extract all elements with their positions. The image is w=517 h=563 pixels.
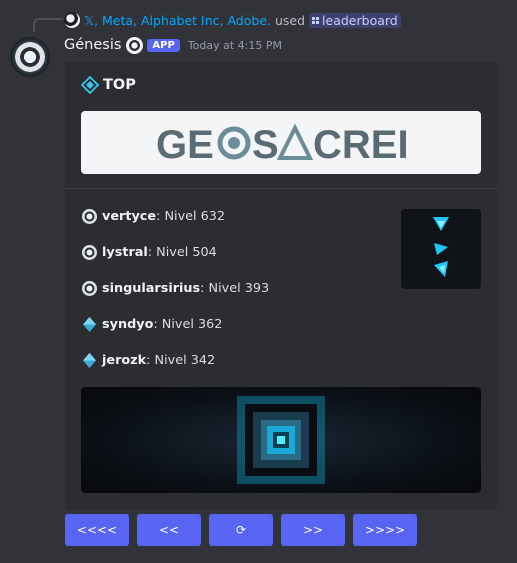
embed-image[interactable]: [81, 387, 481, 493]
username[interactable]: Génesis: [64, 37, 121, 53]
player-level: : Nivel 393: [200, 280, 270, 296]
svg-text:CRED: CRED: [313, 123, 406, 165]
svg-text:GE: GE: [156, 123, 214, 165]
leaderboard-row: vertyce : Nivel 632: [81, 207, 269, 225]
player-level: : Nivel 632: [156, 208, 226, 224]
last-page-button[interactable]: >>>>: [353, 514, 417, 546]
message-header: Génesis APP Today at 4:15 PM: [64, 35, 282, 55]
leaderboard-row: singularsirius : Nivel 393: [81, 279, 269, 297]
embed-divider: [65, 188, 497, 189]
leaderboard-list: vertyce : Nivel 632 lystral : Nivel 504 …: [81, 207, 269, 387]
refresh-button[interactable]: ⟳: [209, 514, 273, 546]
player-name: singularsirius: [102, 280, 201, 296]
reply-connector: [33, 18, 63, 32]
blue-diamond-icon: [81, 316, 98, 333]
geosacred-banner-image[interactable]: GE S CRED: [81, 111, 481, 174]
leaderboard-row: jerozk : Nivel 342: [81, 351, 269, 369]
leaderboard-row: syndyo : Nivel 362: [81, 315, 269, 333]
ring-medal-icon: [81, 208, 98, 225]
reply-users[interactable]: 𝕏, Meta, Alphabet Inc, Adobe.: [84, 13, 271, 28]
ring-medal-icon: [81, 280, 98, 297]
avatar[interactable]: [10, 37, 50, 77]
pagination-buttons: <<<< << ⟳ >> >>>>: [65, 514, 417, 546]
glowing-square-artwork: [237, 396, 325, 484]
first-page-button[interactable]: <<<<: [65, 514, 129, 546]
command-chip[interactable]: leaderboard: [309, 12, 401, 28]
ring-badge-icon: [126, 36, 144, 54]
previous-page-button[interactable]: <<: [137, 514, 201, 546]
player-level: : Nivel 362: [153, 316, 223, 332]
embed-thumbnail[interactable]: [401, 209, 481, 289]
player-name: jerozk: [102, 352, 147, 368]
next-page-button[interactable]: >>: [281, 514, 345, 546]
player-name: lystral: [102, 244, 148, 260]
diamond-icon: [81, 76, 99, 94]
reply-used-text: used: [274, 12, 306, 28]
blue-diamond-icon: [81, 352, 98, 369]
ring-medal-icon: [81, 244, 98, 261]
command-name: leaderboard: [322, 12, 398, 28]
embed-title-text: TOP: [103, 77, 136, 93]
triangle-glyphs-icon: [433, 217, 449, 277]
app-badge: APP: [147, 38, 180, 52]
leaderboard-row: lystral : Nivel 504: [81, 243, 269, 261]
ring-logo-icon: [15, 42, 45, 72]
player-name: vertyce: [102, 208, 157, 224]
geosacred-logo: GE S CRED: [156, 123, 406, 165]
leaderboard-embed: TOP GE S CRED vertyce : Nivel 632 lystra…: [65, 62, 497, 510]
slash-command-icon: [312, 16, 320, 24]
replied-user-avatar[interactable]: [64, 12, 80, 28]
embed-title: TOP: [81, 76, 136, 94]
command-reply: 𝕏, Meta, Alphabet Inc, Adobe. used leade…: [64, 11, 401, 29]
timestamp[interactable]: Today at 4:15 PM: [188, 39, 282, 52]
player-level: : Nivel 504: [147, 244, 217, 260]
player-level: : Nivel 342: [146, 352, 216, 368]
svg-text:S: S: [252, 123, 279, 165]
player-name: syndyo: [102, 316, 154, 332]
